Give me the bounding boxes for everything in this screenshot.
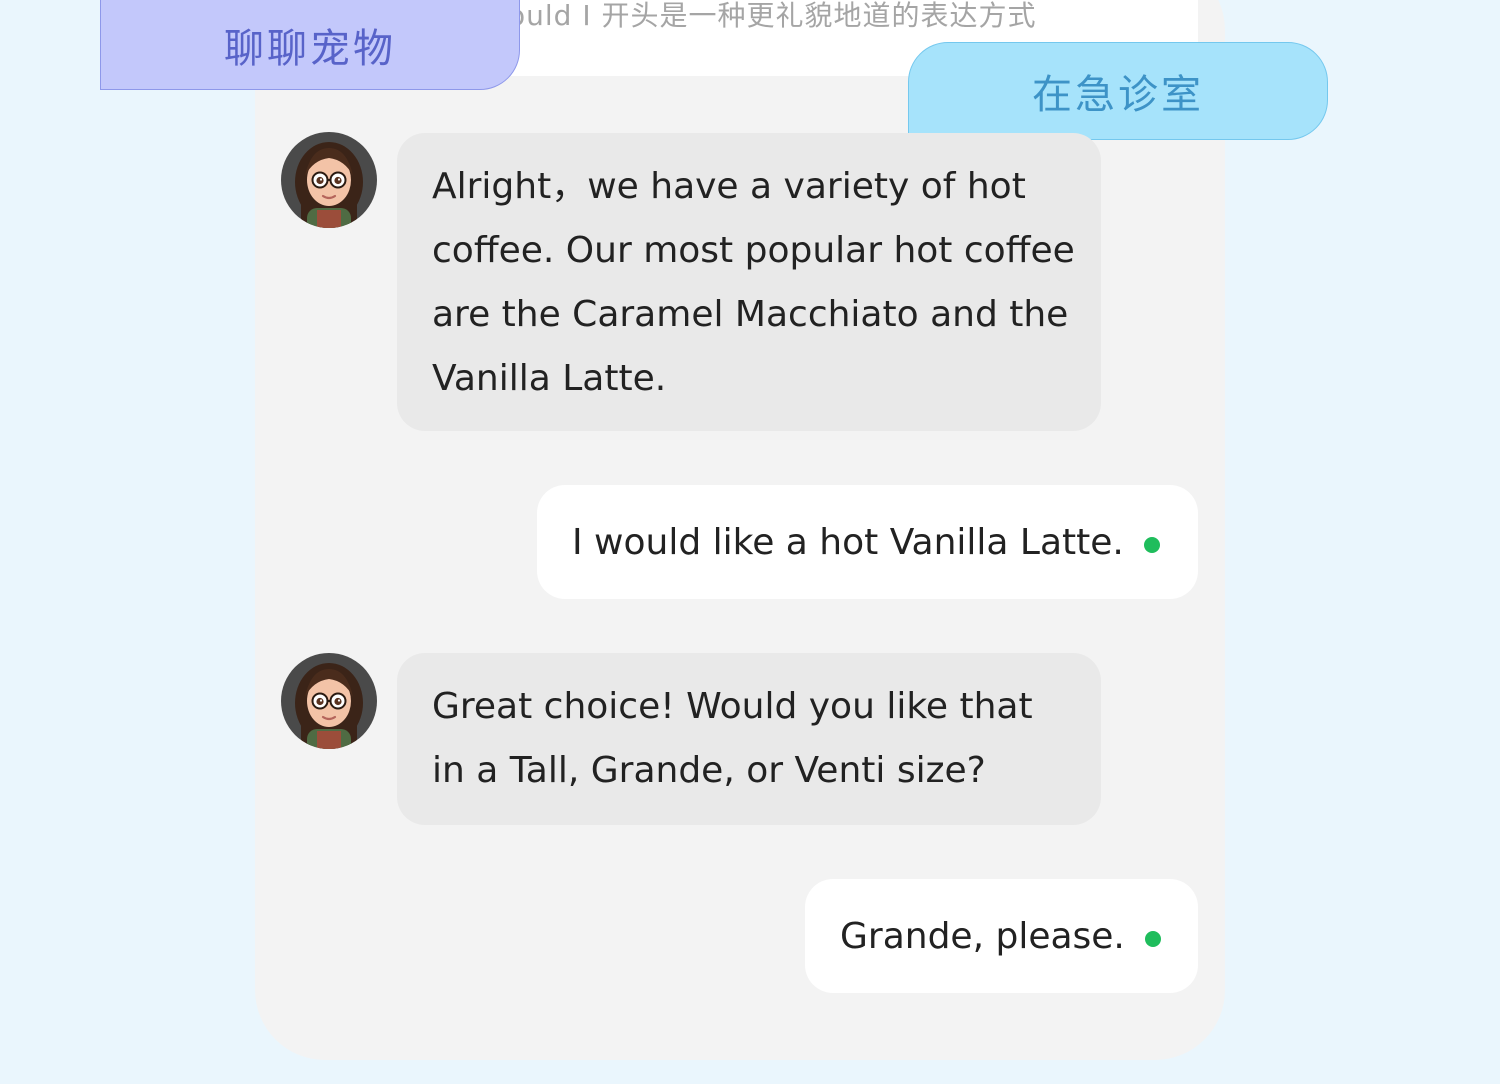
ai-message-text: Great choice! Would you like that in a T…	[432, 686, 1033, 791]
user-message-text: I would like a hot Vanilla Latte.	[572, 521, 1124, 563]
girl-avatar-icon[interactable]	[281, 653, 377, 749]
girl-avatar-icon[interactable]	[281, 132, 377, 228]
sent-status-dot-icon	[1144, 931, 1161, 947]
tag-chat-pets[interactable]: 聊聊宠物	[100, 0, 520, 90]
ai-message-bubble[interactable]: Alright，we have a variety of hot coffee.…	[397, 133, 1101, 431]
tag-emergency-room[interactable]: 在急诊室	[908, 42, 1328, 140]
previous-message-preview: ould I 开头是一种更礼貌地道的表达方式	[508, 0, 1037, 32]
user-message-text: Grande, please.	[840, 915, 1125, 957]
user-message-bubble[interactable]: Grande, please.	[805, 879, 1198, 993]
user-message-bubble[interactable]: I would like a hot Vanilla Latte.	[537, 485, 1198, 599]
sent-status-dot-icon	[1143, 537, 1160, 553]
ai-message-bubble[interactable]: Great choice! Would you like that in a T…	[397, 653, 1101, 825]
ai-message-text: Alright，we have a variety of hot coffee.…	[432, 166, 1075, 399]
